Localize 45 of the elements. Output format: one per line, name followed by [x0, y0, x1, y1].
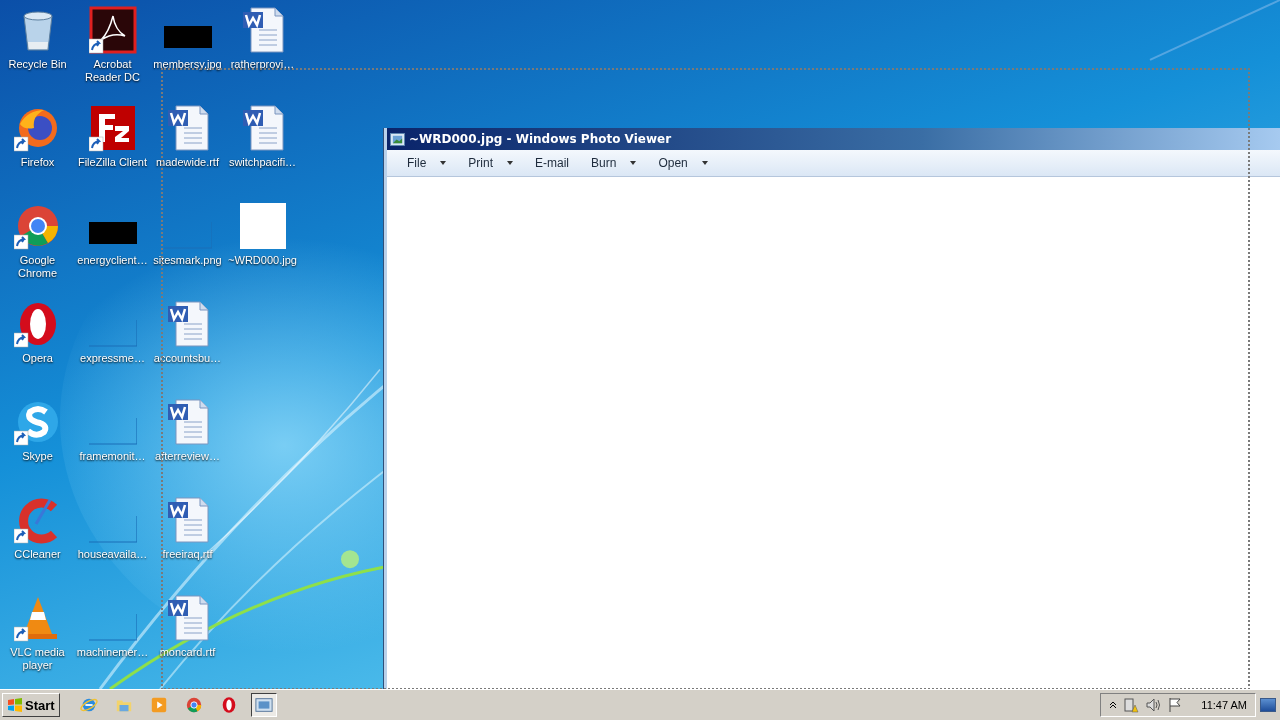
icon-label: energyclient…	[77, 254, 148, 267]
caret-icon	[630, 161, 637, 165]
toolbar-menu-button[interactable]: Open	[648, 154, 718, 172]
filezilla-icon[interactable]	[88, 104, 137, 152]
icon-label: freeiraq.rtf	[162, 548, 213, 561]
icon-label: Acrobat Reader DC	[84, 58, 141, 84]
icon-label: ~WRD000.jpg	[228, 254, 297, 267]
toolbar-menu-button[interactable]: Burn	[581, 154, 647, 172]
caret-icon	[701, 161, 708, 165]
icon-label: framemonit…	[79, 450, 146, 463]
window-title: ~WRD000.jpg - Windows Photo Viewer	[409, 132, 672, 146]
icon-label: Google Chrome	[16, 254, 59, 280]
icon-label: sitesmark.png	[153, 254, 222, 267]
windows-logo-icon	[7, 697, 23, 713]
toolbar-menu-button[interactable]: Print	[458, 154, 524, 172]
acrobat-icon[interactable]	[88, 6, 137, 54]
icon-label: Opera	[22, 352, 53, 365]
caret-icon	[507, 161, 514, 165]
clock[interactable]: 11:47 AM	[1201, 699, 1247, 711]
photo-viewer-icon	[390, 132, 405, 146]
caret-icon	[440, 161, 447, 165]
toolbar-menu-button[interactable]: File	[397, 154, 457, 172]
start-button[interactable]: Start	[2, 693, 60, 717]
network-warning-icon[interactable]	[1123, 697, 1140, 713]
icon-label: Recycle Bin	[8, 58, 67, 71]
flag-icon[interactable]	[1167, 697, 1184, 713]
icon-label: CCleaner	[14, 548, 61, 561]
icon-label: expressme…	[80, 352, 145, 365]
icon-label: VLC media player	[9, 646, 66, 672]
icon-label: FileZilla Client	[77, 156, 148, 169]
icon-label: Skype	[22, 450, 53, 463]
icon-label: accountsbu…	[153, 352, 222, 365]
toolbar-menu-button[interactable]: E-mail	[525, 154, 580, 172]
icon-label: membersy.jpg	[153, 58, 222, 71]
icon-label: madewide.rtf	[156, 156, 219, 169]
icon-label: machinemer…	[76, 646, 149, 659]
volume-icon[interactable]	[1145, 697, 1162, 713]
icon-label: afterreview…	[155, 450, 220, 463]
icon-label: houseavaila…	[77, 548, 148, 561]
picture-viewer-icon[interactable]	[250, 693, 277, 717]
icon-label: ratherprovi…	[230, 58, 295, 71]
icon-label: switchpacifi…	[228, 156, 297, 169]
icon-label: Firefox	[20, 156, 55, 169]
chevron-up-icon[interactable]	[1109, 701, 1118, 709]
blank-thumbnail-icon[interactable]	[238, 202, 287, 250]
